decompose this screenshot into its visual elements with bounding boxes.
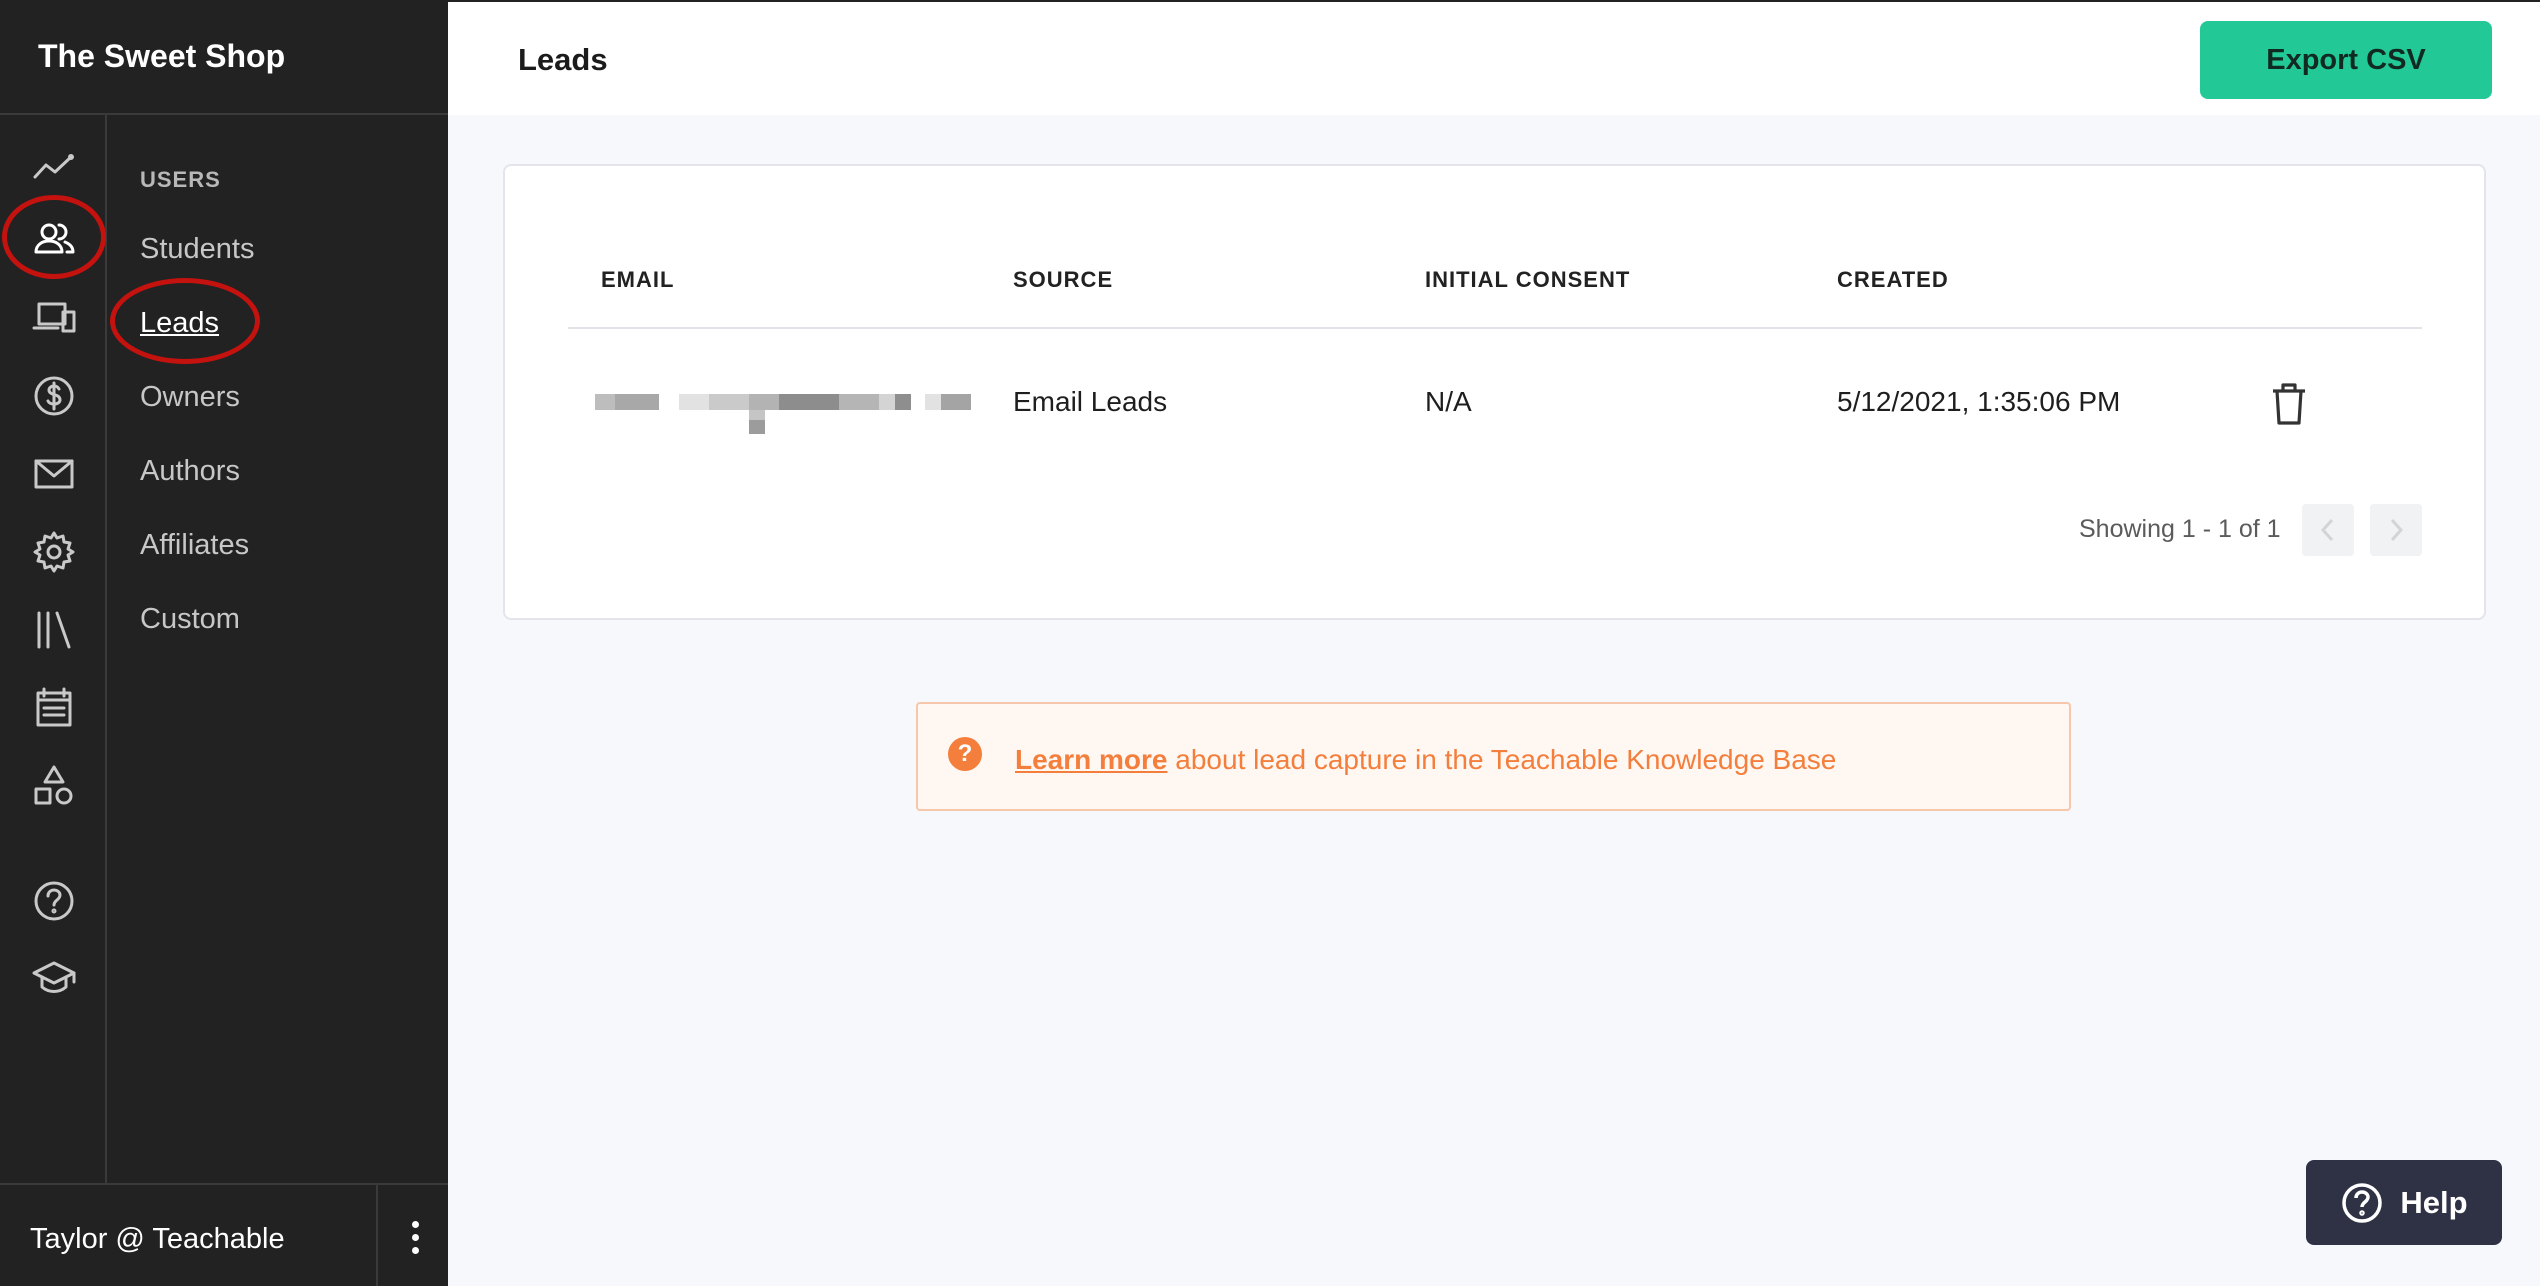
library-icon[interactable] [25,601,83,659]
chevron-right-icon [2390,518,2404,542]
redacted-email [595,388,971,436]
mail-icon[interactable] [25,445,83,503]
table-header-divider [568,327,2422,329]
subnav-item-owners[interactable]: Owners [140,381,240,414]
help-label: Help [2400,1184,2468,1220]
export-csv-button[interactable]: Export CSV [2200,21,2492,99]
trash-icon[interactable] [2271,382,2307,426]
help-button[interactable]: Help [2306,1160,2502,1245]
sidebar-footer: Taylor @ Teachable [0,1183,448,1286]
cell-initial-consent: N/A [1425,386,1472,417]
pagination-status: Showing 1 - 1 of 1 [2079,515,2281,543]
column-header-source[interactable]: SOURCE [1013,267,1113,293]
more-options-icon[interactable] [398,1213,432,1261]
current-user[interactable]: Taylor @ Teachable [30,1223,285,1256]
users-subnav: USERS Students Leads Owners Authors Affi… [107,115,448,1184]
graduation-cap-icon[interactable] [25,950,83,1008]
analytics-icon[interactable] [25,139,83,197]
previous-page-button[interactable] [2302,504,2354,556]
shapes-icon[interactable] [25,757,83,815]
footer-divider [376,1185,378,1286]
dollar-icon[interactable] [25,367,83,425]
subnav-item-authors[interactable]: Authors [140,455,240,488]
icon-rail [0,115,107,1184]
leads-table-card: EMAIL SOURCE INITIAL CONSENT CREATED Ema… [503,164,2486,620]
column-header-created[interactable]: CREATED [1837,267,1949,293]
calendar-icon[interactable] [25,679,83,737]
page-title: Leads [518,42,608,77]
subnav-item-students[interactable]: Students [140,233,254,266]
column-header-initial-consent[interactable]: INITIAL CONSENT [1425,267,1630,293]
question-circle-icon: ? [948,737,982,771]
cell-created: 5/12/2021, 1:35:06 PM [1837,386,2121,417]
subnav-item-custom[interactable]: Custom [140,603,240,636]
chevron-left-icon [2320,518,2334,542]
subnav-item-affiliates[interactable]: Affiliates [140,529,249,562]
help-question-icon [2342,1182,2383,1223]
question-icon[interactable] [25,872,83,930]
next-page-button[interactable] [2370,504,2422,556]
devices-icon[interactable] [25,289,83,347]
annotation-circle-leads [110,278,260,364]
subnav-section-title: USERS [140,167,221,192]
gear-icon[interactable] [25,523,83,581]
top-bar: Leads Export CSV [448,0,2540,115]
learn-more-link[interactable]: Learn more [1015,744,1168,775]
cell-source: Email Leads [1013,386,1168,417]
notice-message: about lead capture in the Teachable Know… [1167,744,1837,775]
knowledge-base-notice: ? Learn more about lead capture in the T… [916,702,2071,811]
notice-text: Learn more about lead capture in the Tea… [1015,744,1836,776]
brand-name[interactable]: The Sweet Shop [0,0,448,115]
annotation-circle-users [2,195,106,279]
sidebar: The Sweet Shop USERS Students Leads Owne… [0,0,448,1286]
column-header-email[interactable]: EMAIL [601,267,674,293]
